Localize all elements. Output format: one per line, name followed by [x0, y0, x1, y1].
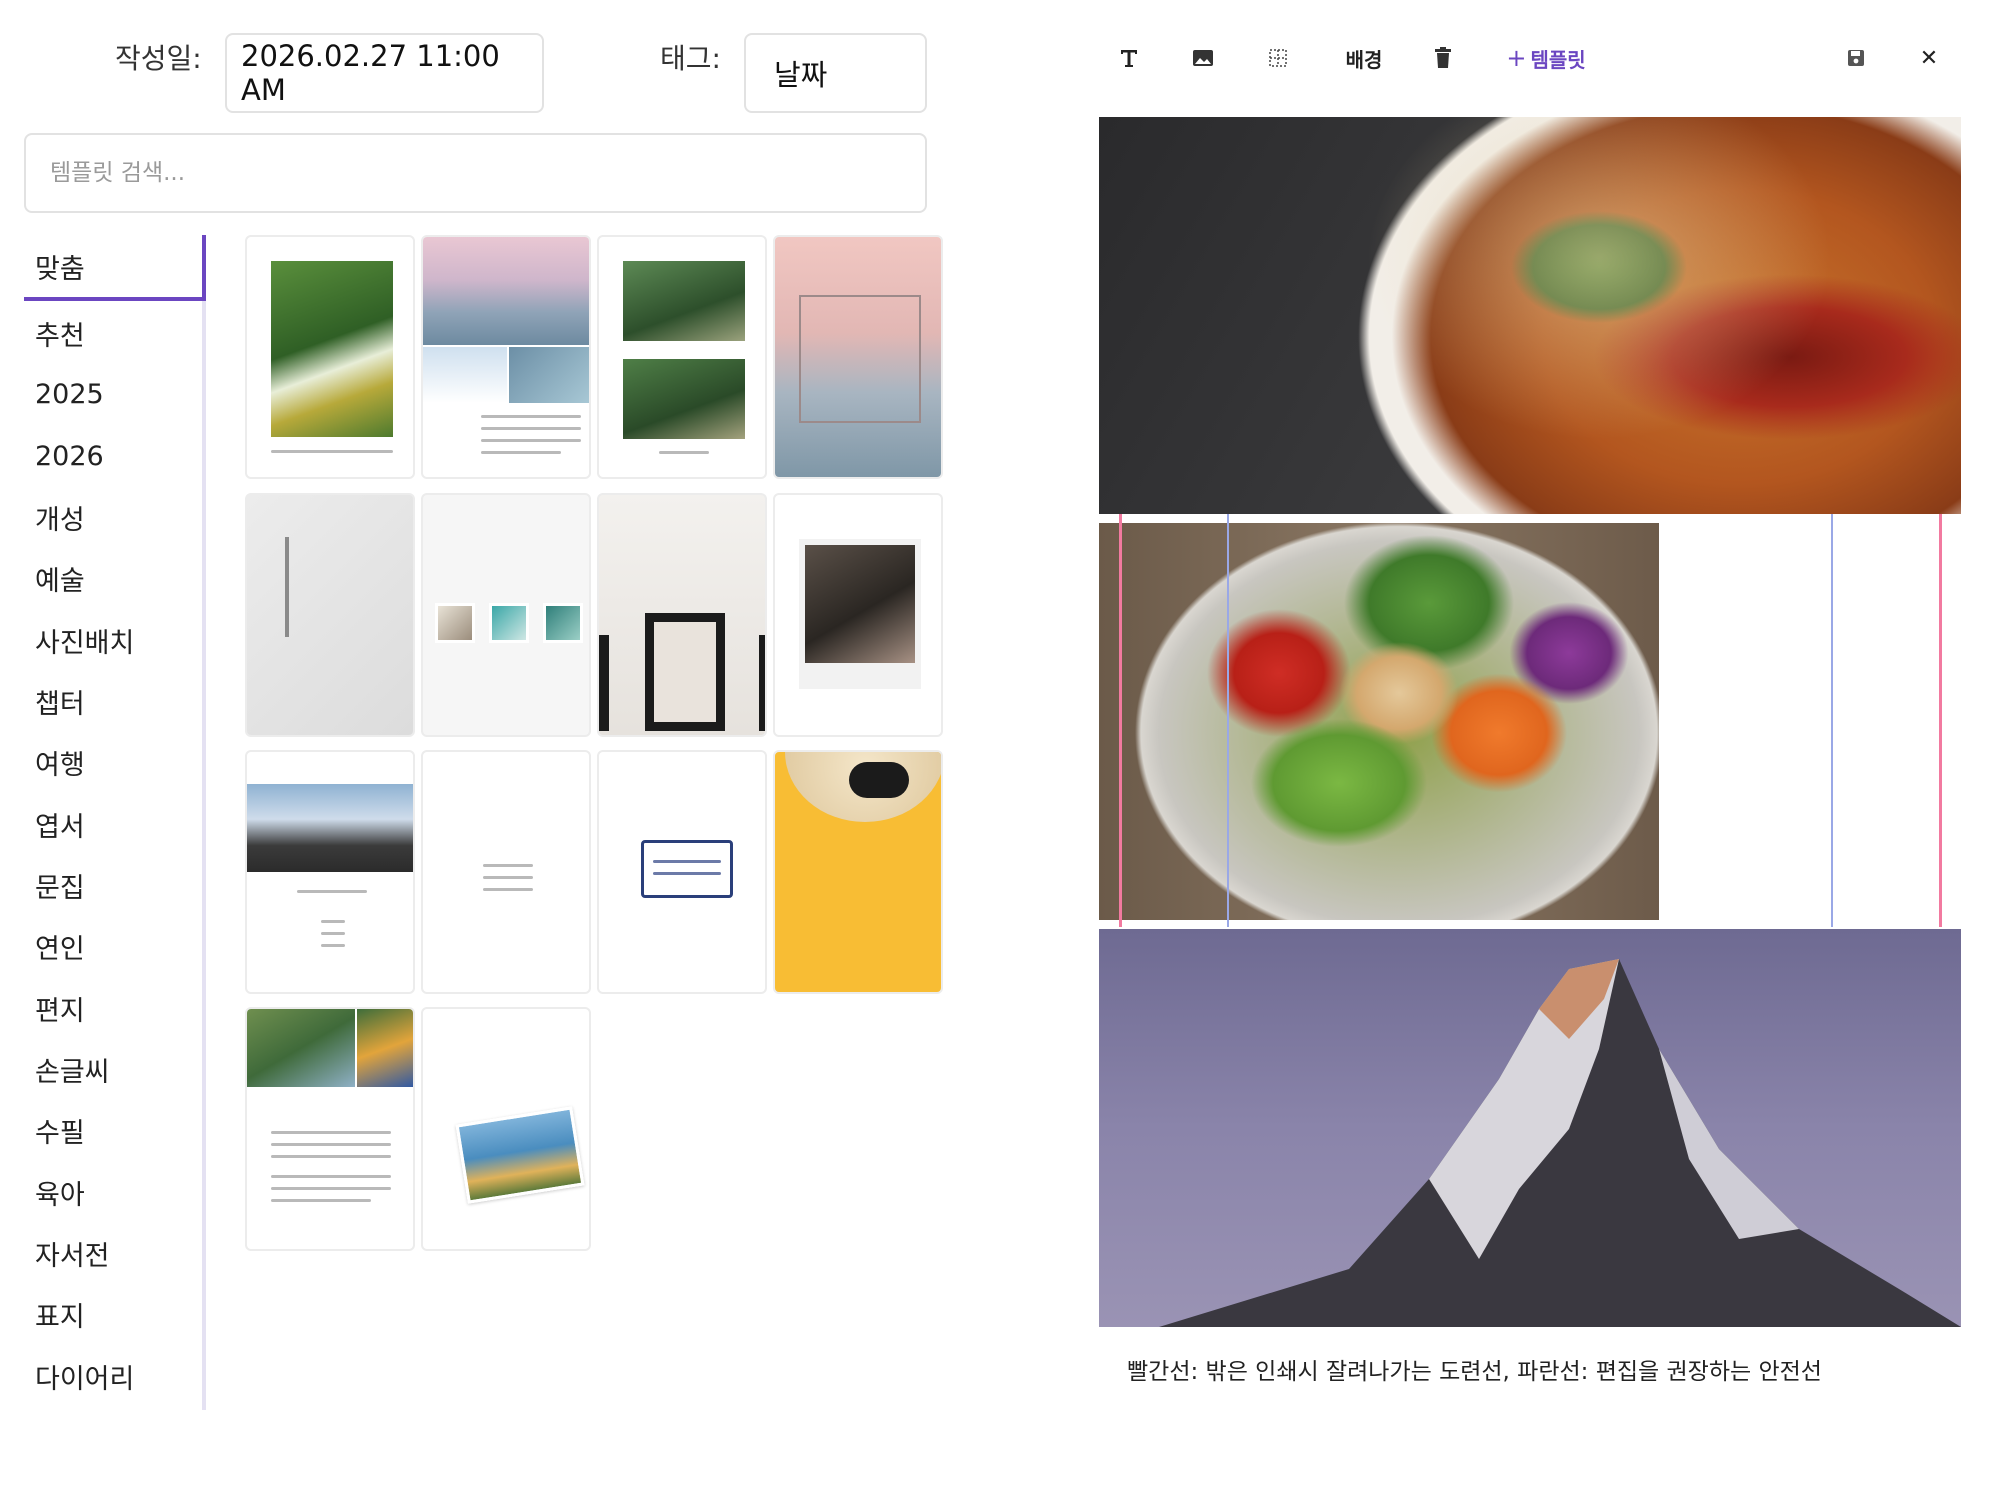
layout-button[interactable]	[1261, 36, 1295, 80]
category-custom[interactable]: 맞춤	[24, 235, 202, 301]
template-card[interactable]	[421, 493, 591, 737]
category-2026[interactable]: 2026	[24, 426, 202, 486]
matterhorn-mountain-photo[interactable]	[1099, 929, 1961, 1327]
category-2025[interactable]: 2025	[24, 364, 202, 424]
template-card[interactable]	[245, 1007, 415, 1251]
curry-bowl-photo[interactable]	[1099, 117, 1961, 514]
mountain-shape	[1159, 959, 1961, 1327]
category-travel[interactable]: 여행	[24, 732, 202, 792]
nav-active-indicator	[202, 235, 206, 301]
bleed-line	[1119, 514, 1122, 927]
safe-line	[1831, 514, 1833, 927]
save-icon	[1848, 50, 1864, 66]
text-icon	[1121, 50, 1137, 67]
template-thumbnail	[509, 347, 589, 403]
template-card[interactable]	[597, 235, 767, 479]
template-card[interactable]	[773, 235, 943, 479]
background-button[interactable]: 배경	[1334, 36, 1394, 80]
template-thumbnail	[805, 545, 915, 663]
template-thumbnail	[271, 261, 393, 437]
template-thumbnail	[489, 603, 529, 643]
template-card[interactable]	[597, 750, 767, 994]
salad-bowl-photo[interactable]	[1099, 523, 1659, 920]
safe-line	[1227, 514, 1229, 927]
template-card[interactable]	[245, 235, 415, 479]
template-thumbnail	[641, 840, 733, 898]
grid-icon	[1269, 49, 1287, 67]
category-anthology[interactable]: 문집	[24, 855, 202, 915]
add-image-button[interactable]	[1186, 36, 1220, 80]
category-photo-layout[interactable]: 사진배치	[24, 610, 202, 670]
template-thumbnail	[645, 613, 725, 731]
template-card[interactable]	[421, 1007, 591, 1251]
category-postcard[interactable]: 엽서	[24, 794, 202, 854]
delete-button[interactable]	[1426, 36, 1460, 80]
template-thumbnail	[849, 762, 909, 798]
category-nav: 맞춤 추천 2025 2026 개성 예술 사진배치 챕터 여행 엽서 문집 연…	[24, 235, 206, 1410]
template-thumbnail	[759, 635, 765, 731]
add-text-button[interactable]	[1112, 36, 1146, 80]
tag-label: 태그:	[660, 42, 721, 75]
template-thumbnail	[455, 1106, 585, 1204]
category-parenting[interactable]: 육아	[24, 1162, 202, 1222]
category-chapter[interactable]: 챕터	[24, 671, 202, 731]
template-thumbnail	[799, 295, 921, 423]
template-card[interactable]	[773, 493, 943, 737]
category-diary[interactable]: 다이어리	[24, 1346, 202, 1406]
page-canvas[interactable]	[1099, 117, 1961, 1327]
category-cover[interactable]: 표지	[24, 1284, 202, 1344]
category-lovers[interactable]: 연인	[24, 916, 202, 976]
template-card[interactable]	[245, 750, 415, 994]
template-card[interactable]	[773, 750, 943, 994]
template-button-label: 템플릿	[1530, 47, 1586, 72]
category-essay[interactable]: 수필	[24, 1100, 202, 1160]
category-autobiography[interactable]: 자서전	[24, 1223, 202, 1283]
date-label: 작성일:	[115, 42, 202, 75]
close-button[interactable]: ✕	[1912, 36, 1946, 80]
category-personality[interactable]: 개성	[24, 487, 202, 547]
template-card[interactable]	[421, 235, 591, 479]
template-thumbnail	[285, 537, 289, 637]
template-thumbnail	[423, 237, 589, 345]
bleed-line	[1939, 514, 1942, 927]
template-button[interactable]: + 템플릿	[1500, 36, 1592, 80]
nav-rail	[202, 235, 206, 1410]
template-card[interactable]	[421, 750, 591, 994]
save-button[interactable]	[1839, 36, 1873, 80]
template-thumbnail	[543, 603, 583, 643]
template-thumbnail	[599, 635, 609, 731]
template-thumbnail	[623, 359, 745, 439]
template-card[interactable]	[597, 493, 767, 737]
template-search-input[interactable]	[24, 133, 927, 213]
template-thumbnail	[423, 347, 507, 403]
category-letter[interactable]: 편지	[24, 978, 202, 1038]
category-handwriting[interactable]: 손글씨	[24, 1039, 202, 1099]
trash-icon	[1435, 47, 1451, 68]
category-art[interactable]: 예술	[24, 548, 202, 608]
template-card[interactable]	[245, 493, 415, 737]
tag-field[interactable]: 날짜	[744, 33, 927, 113]
category-recommended[interactable]: 추천	[24, 303, 202, 363]
template-thumbnail	[435, 603, 475, 643]
plus-icon: +	[1506, 44, 1527, 72]
template-thumbnail	[247, 784, 413, 872]
image-icon	[1193, 50, 1213, 66]
template-thumbnail	[247, 1009, 355, 1087]
date-field[interactable]: 2026.02.27 11:00 AM	[225, 33, 544, 113]
guide-hint-text: 빨간선: 밖은 인쇄시 잘려나가는 도련선, 파란선: 편집을 권장하는 안전선	[1127, 1359, 1822, 1385]
template-thumbnail	[623, 261, 745, 341]
template-thumbnail	[357, 1009, 413, 1087]
